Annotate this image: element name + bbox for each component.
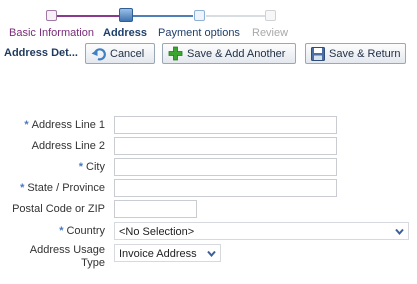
train-connector — [206, 15, 265, 17]
country-label: * Country — [59, 225, 105, 237]
train-label-address: Address — [103, 27, 148, 39]
cancel-button[interactable]: Cancel — [85, 43, 155, 64]
country-select-value: <No Selection> — [119, 226, 195, 238]
address-usage-type-select[interactable]: Invoice Address — [114, 244, 221, 262]
form-row-address-line-1: * Address Line 1 — [0, 116, 417, 136]
save-and-add-another-button[interactable]: Save & Add Another — [162, 43, 296, 64]
form-row-address-usage-type: Address Usage Type Invoice Address — [0, 244, 417, 274]
form-row-country: * Country <No Selection> — [0, 222, 417, 242]
postal-code-label: Postal Code or ZIP — [12, 203, 105, 215]
section-header: Address Det... Cancel Save & Add Another… — [0, 42, 417, 66]
city-input[interactable] — [114, 158, 337, 176]
chevron-down-icon — [395, 228, 404, 236]
form-row-state-province: * State / Province — [0, 179, 417, 199]
country-select[interactable]: <No Selection> — [114, 222, 409, 240]
address-usage-type-value: Invoice Address — [119, 248, 197, 260]
postal-code-input[interactable] — [114, 200, 197, 218]
train-connector — [132, 15, 193, 17]
undo-arrow-icon — [91, 47, 106, 60]
train-stop-review — [265, 10, 276, 21]
train-stop-basic-information[interactable] — [46, 10, 57, 21]
chevron-down-icon — [207, 250, 216, 258]
process-train: Basic Information Address Payment option… — [0, 0, 300, 42]
train-stop-address — [119, 8, 133, 22]
save-and-return-label: Save & Return — [329, 47, 401, 60]
form-row-city: * City — [0, 158, 417, 178]
address-line-2-input[interactable] — [114, 137, 337, 155]
required-marker: * — [78, 161, 84, 173]
city-label: * City — [78, 161, 105, 173]
train-label-basic-information[interactable]: Basic Information — [9, 27, 94, 39]
address-usage-type-label: Address Usage Type — [29, 244, 105, 269]
address-line-1-label: * Address Line 1 — [24, 119, 105, 131]
floppy-disk-icon — [311, 46, 325, 61]
save-and-add-another-label: Save & Add Another — [187, 47, 286, 60]
save-and-return-button[interactable]: Save & Return — [305, 43, 406, 64]
required-marker: * — [20, 182, 25, 194]
state-province-label: * State / Province — [20, 182, 105, 194]
train-connector — [57, 15, 120, 17]
required-marker: * — [24, 119, 29, 131]
section-title: Address Det... — [4, 47, 78, 59]
plus-icon — [168, 46, 183, 61]
form-row-address-line-2: Address Line 2 — [0, 137, 417, 157]
cancel-button-label: Cancel — [110, 47, 145, 60]
train-stop-payment-options[interactable] — [194, 10, 205, 21]
train-label-review: Review — [252, 27, 289, 39]
train-label-payment-options[interactable]: Payment options — [158, 27, 240, 39]
form-row-postal-code: Postal Code or ZIP — [0, 200, 417, 220]
required-marker: * — [59, 225, 64, 237]
address-line-2-label: Address Line 2 — [31, 140, 105, 152]
state-province-input[interactable] — [114, 179, 337, 197]
address-line-1-input[interactable] — [114, 116, 337, 134]
